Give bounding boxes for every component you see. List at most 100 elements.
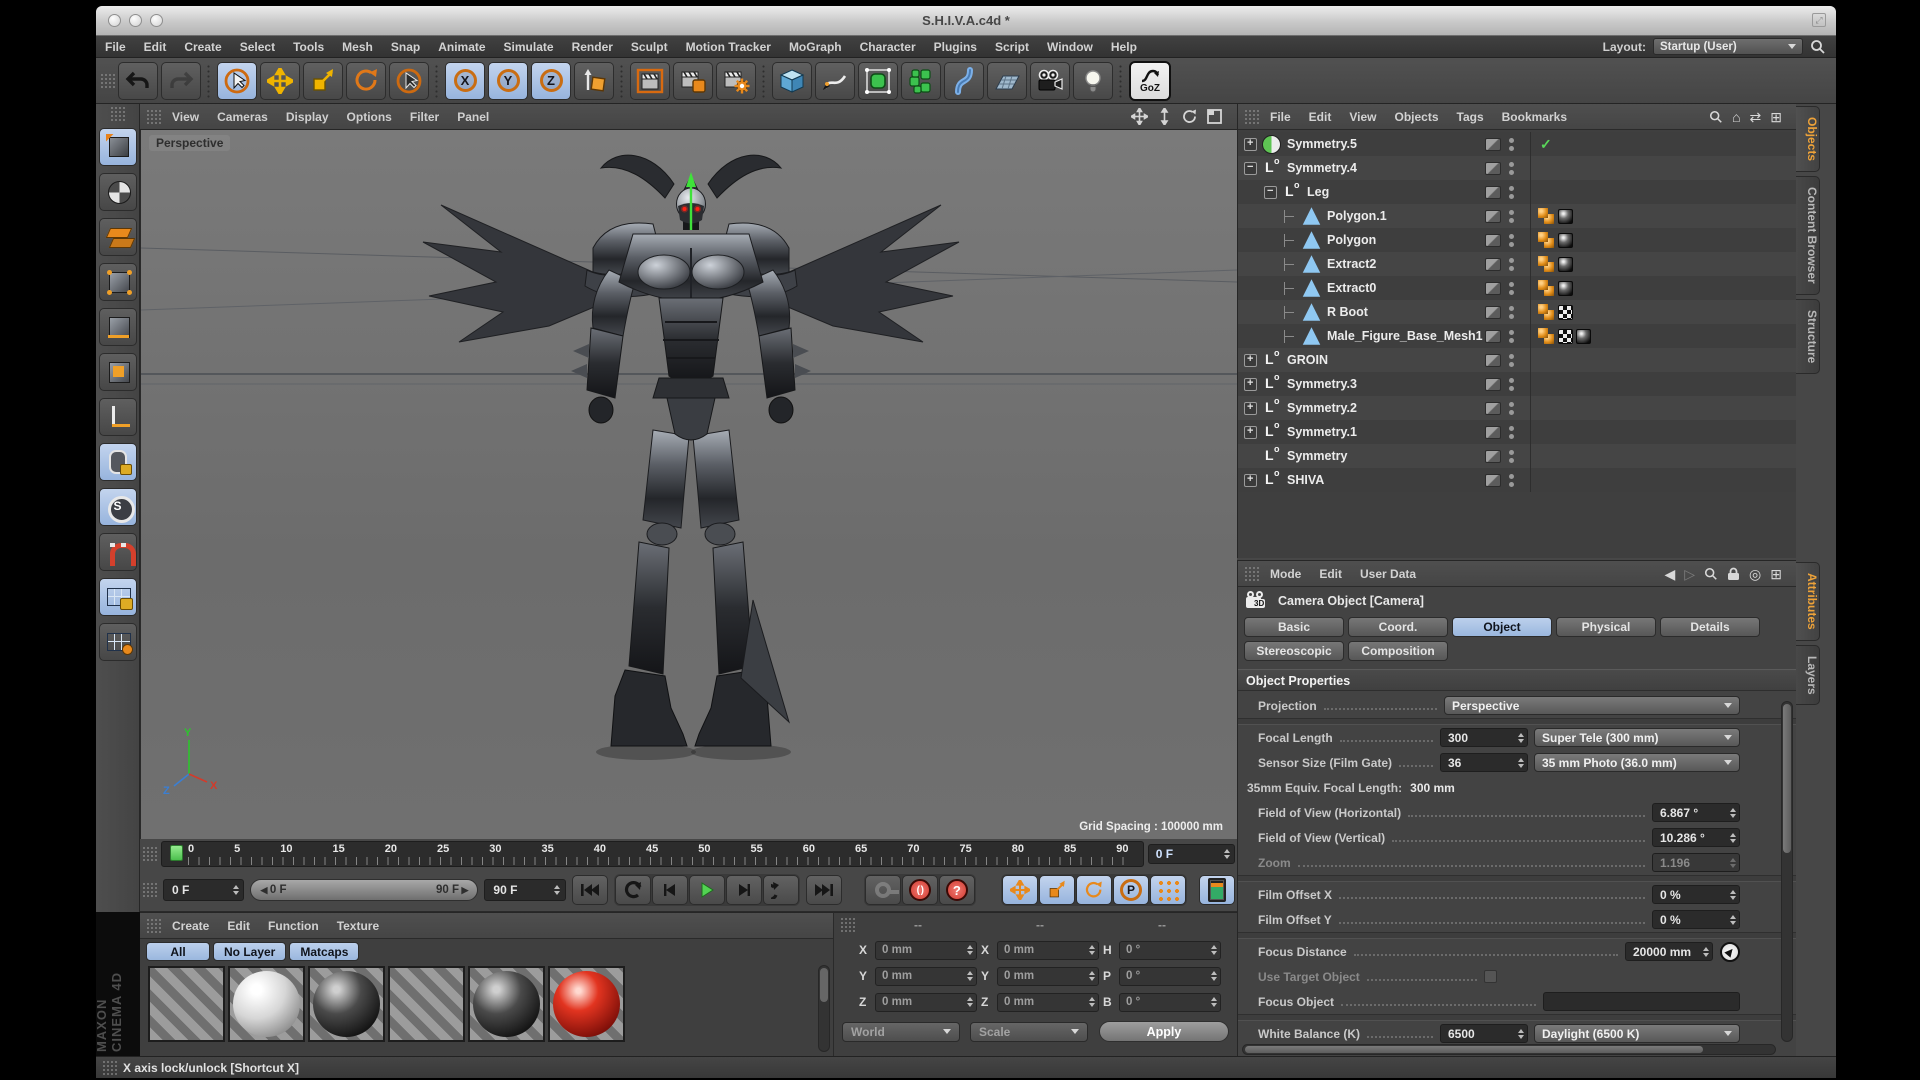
value-dropdown[interactable]: Super Tele (300 mm) [1534, 728, 1740, 747]
object-name[interactable]: Male_Figure_Base_Mesh1 [1327, 329, 1483, 343]
palette-button[interactable] [99, 443, 137, 481]
size-field[interactable]: 0 mm [997, 993, 1099, 1012]
layer-toggle[interactable] [1485, 138, 1501, 151]
value-field[interactable]: 1.196 [1652, 853, 1740, 872]
object-tree-row[interactable]: R Boot ✓ [1238, 300, 1796, 324]
object-tree-row[interactable]: Symmetry.5 ✓ [1238, 132, 1796, 156]
object-name[interactable]: Polygon [1327, 233, 1376, 247]
visibility-dots[interactable] [1509, 282, 1514, 295]
object-manager-menu-item[interactable]: View [1340, 104, 1385, 130]
go-to-end-button[interactable] [806, 875, 842, 905]
attribute-tab[interactable]: Layers [1796, 645, 1820, 706]
manager-tab[interactable]: Structure [1796, 299, 1820, 374]
visibility-dots[interactable] [1509, 306, 1514, 319]
home-icon[interactable]: ⌂ [1732, 110, 1740, 124]
tag-icon[interactable] [1538, 304, 1555, 320]
tag-icon[interactable] [1538, 280, 1555, 296]
rotation-field[interactable]: 0 ° [1119, 993, 1221, 1012]
layer-toggle[interactable] [1485, 450, 1501, 463]
subdivision-surface-button[interactable] [858, 62, 898, 100]
position-field[interactable]: 0 mm [875, 967, 977, 986]
palette-button[interactable] [99, 173, 137, 211]
visibility-dots[interactable] [1509, 330, 1514, 343]
attribute-tab-button[interactable]: Coord. [1348, 617, 1448, 637]
object-tree-row[interactable]: Polygon ✓ [1238, 228, 1796, 252]
value-field[interactable]: 10.286 ° [1652, 828, 1740, 847]
camera-button[interactable] [1030, 62, 1070, 100]
scrollbar-thumb[interactable] [1783, 704, 1791, 853]
pan-icon[interactable] [1131, 108, 1148, 125]
material-thumbnail[interactable] [468, 966, 545, 1042]
coordinate-grip[interactable] [840, 917, 855, 933]
stepper-icon[interactable] [1516, 1029, 1525, 1039]
stepper-icon[interactable] [1209, 971, 1218, 981]
add-tab-icon[interactable]: ⊞ [1770, 110, 1782, 124]
transport-grip[interactable] [142, 882, 157, 898]
attribute-grip[interactable] [1244, 566, 1259, 582]
menu-item[interactable]: Create [175, 36, 230, 58]
material-layer-tab[interactable]: Matcaps [289, 942, 359, 961]
object-tree-row[interactable]: GROIN ✓ [1238, 348, 1796, 372]
navigate-icon[interactable]: ⇄ [1750, 110, 1762, 124]
manager-tab[interactable]: Content Browser [1796, 176, 1820, 295]
object-name[interactable]: Symmetry.2 [1287, 401, 1357, 415]
menu-item[interactable]: Help [1102, 36, 1146, 58]
value-field[interactable]: 36 [1440, 753, 1528, 772]
picker-icon[interactable] [1720, 942, 1740, 962]
attribute-tab-button[interactable]: Object [1452, 617, 1552, 637]
timeline-grip[interactable] [142, 846, 157, 862]
visibility-dots[interactable] [1509, 186, 1514, 199]
layer-toggle[interactable] [1485, 474, 1501, 487]
viewport-menu-item[interactable]: Cameras [208, 104, 277, 130]
layer-toggle[interactable] [1485, 210, 1501, 223]
visibility-dots[interactable] [1509, 354, 1514, 367]
menu-item[interactable]: Select [231, 36, 284, 58]
freehand-spline-button[interactable] [815, 62, 855, 100]
undo-button[interactable] [118, 62, 158, 100]
palette-button[interactable] [99, 263, 137, 301]
expand-toggle[interactable] [1284, 234, 1297, 247]
material-menu-item[interactable]: Texture [328, 913, 388, 939]
live-selection-button[interactable] [217, 62, 257, 100]
tag-icon[interactable] [1538, 328, 1555, 344]
lock-icon[interactable] [1727, 567, 1740, 581]
attribute-tab-button[interactable]: Basic [1244, 617, 1344, 637]
expand-toggle[interactable] [1264, 186, 1277, 199]
visibility-dots[interactable] [1509, 450, 1514, 463]
timeline-ruler[interactable]: 051015202530354045505560657075808590 [161, 841, 1144, 867]
floor-button[interactable] [987, 62, 1027, 100]
menu-item[interactable]: Simulate [495, 36, 563, 58]
tag-icon[interactable] [1538, 232, 1555, 248]
expand-toggle[interactable] [1284, 306, 1297, 319]
material-thumbnail[interactable] [228, 966, 305, 1042]
record-position-button[interactable] [1002, 875, 1038, 905]
x-axis-lock-button[interactable]: X [445, 62, 485, 100]
range-end[interactable]: 90 F [436, 884, 468, 896]
stepper-icon[interactable] [1516, 733, 1525, 743]
material-menu-item[interactable]: Create [163, 913, 218, 939]
rotation-field[interactable]: 0 ° [1119, 941, 1221, 960]
palette-button[interactable] [99, 128, 137, 166]
object-name[interactable]: Symmetry.4 [1287, 161, 1357, 175]
object-name[interactable]: Polygon.1 [1327, 209, 1387, 223]
attribute-tab-button[interactable]: Composition [1348, 641, 1448, 661]
object-name[interactable]: Leg [1307, 185, 1329, 199]
expand-toggle[interactable] [1284, 210, 1297, 223]
menu-item[interactable]: Animate [429, 36, 494, 58]
layer-toggle[interactable] [1485, 234, 1501, 247]
palette-button[interactable] [99, 488, 137, 526]
scale-tool-button[interactable] [303, 62, 343, 100]
object-manager-menu-item[interactable]: Objects [1385, 104, 1447, 130]
object-name[interactable]: Symmetry.5 [1287, 137, 1357, 151]
menu-item[interactable]: Edit [135, 36, 176, 58]
toolbar-grip[interactable] [100, 73, 115, 89]
history-forward-icon[interactable]: ▷ [1684, 567, 1695, 581]
render-view-button[interactable] [630, 62, 670, 100]
object-tree-row[interactable]: SHIVA ✓ [1238, 468, 1796, 492]
stepper-icon[interactable] [1516, 758, 1525, 768]
object-name[interactable]: R Boot [1327, 305, 1368, 319]
keyframe-icon[interactable]: ◎ [1749, 567, 1761, 581]
palette-button[interactable] [99, 398, 137, 436]
stepper-icon[interactable] [1701, 947, 1710, 957]
coordinate-mode-dropdown[interactable]: Scale [970, 1022, 1088, 1042]
